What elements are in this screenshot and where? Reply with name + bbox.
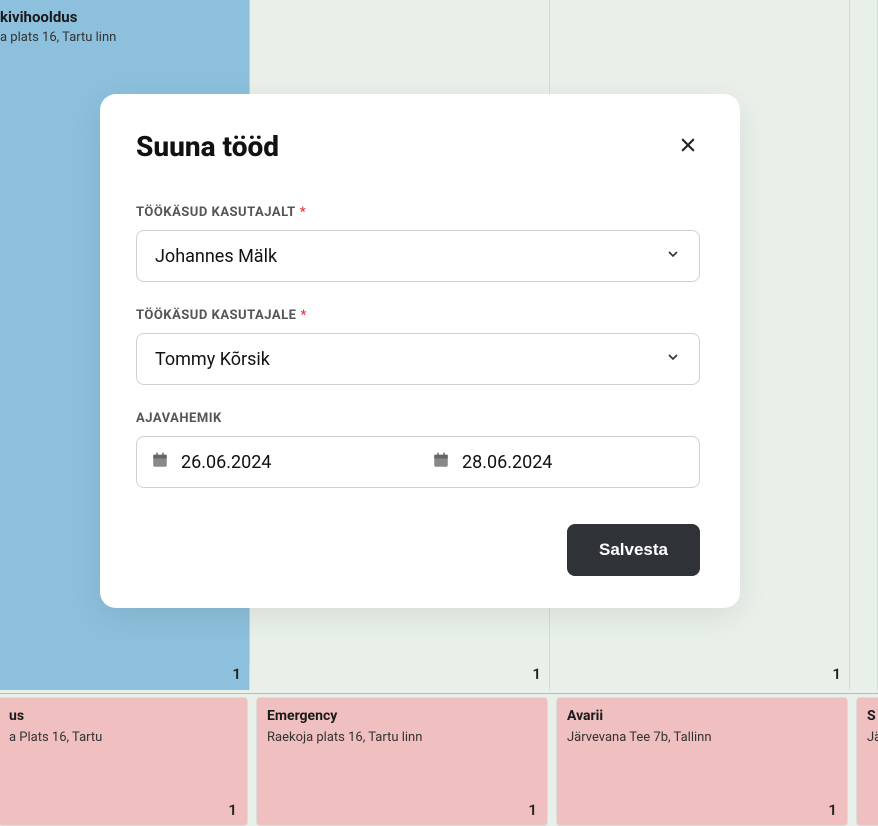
date-range-label: AJAVAHEMIK — [136, 411, 700, 426]
required-indicator: * — [300, 308, 306, 323]
modal-title: Suuna tööd — [136, 130, 279, 163]
close-button[interactable] — [676, 135, 700, 159]
from-user-select[interactable]: Johannes Mälk — [136, 230, 700, 282]
task-title: Emergency — [267, 708, 537, 724]
task-address: Raekoja plats 16, Tartu linn — [267, 730, 537, 745]
date-range-input: 26.06.2024 28.06.2024 — [136, 436, 700, 488]
date-to-input[interactable]: 28.06.2024 — [418, 451, 699, 473]
assign-work-modal: Suuna tööd TÖÖKÄSUD KASUTAJALT * Johannes… — [100, 94, 740, 608]
to-user-select[interactable]: Tommy Kõrsik — [136, 333, 700, 385]
label-text: TÖÖKÄSUD KASUTAJALT — [136, 205, 296, 220]
date-from-input[interactable]: 26.06.2024 — [137, 451, 418, 473]
task-card[interactable]: Emergency Raekoja plats 16, Tartu linn 1 — [256, 697, 548, 826]
date-to-value: 28.06.2024 — [462, 452, 552, 473]
bg-task-address: a plats 16, Tartu linn — [0, 30, 240, 45]
chevron-down-icon — [665, 349, 681, 369]
required-indicator: * — [300, 205, 306, 220]
to-user-value: Tommy Kõrsik — [155, 349, 270, 370]
to-user-label: TÖÖKÄSUD KASUTAJALE * — [136, 308, 700, 323]
day-number-cell — [850, 665, 878, 690]
calendar-icon — [432, 451, 450, 473]
task-card[interactable]: S Jä — [856, 697, 878, 826]
save-button[interactable]: Salvesta — [567, 524, 700, 576]
task-badge: 1 — [828, 801, 837, 819]
task-title: S — [867, 708, 878, 724]
day-number-cell: 1 — [550, 665, 850, 690]
chevron-down-icon — [665, 246, 681, 266]
task-address: Järvevana Tee 7b, Tallinn — [567, 730, 837, 745]
day-number-cell: 1 — [250, 665, 550, 690]
task-address: Jä — [867, 730, 878, 745]
modal-footer: Salvesta — [136, 524, 700, 576]
from-user-group: TÖÖKÄSUD KASUTAJALT * Johannes Mälk — [136, 205, 700, 282]
to-user-group: TÖÖKÄSUD KASUTAJALE * Tommy Kõrsik — [136, 308, 700, 385]
calendar-column — [850, 0, 878, 690]
from-user-value: Johannes Mälk — [155, 246, 277, 267]
label-text: AJAVAHEMIK — [136, 411, 222, 426]
task-title: us — [9, 708, 237, 724]
task-badge: 1 — [228, 801, 237, 819]
close-icon — [678, 135, 698, 159]
task-badge: 1 — [528, 801, 537, 819]
day-number-row: 1 1 1 — [0, 665, 878, 690]
modal-header: Suuna tööd — [136, 130, 700, 163]
day-number-cell: 1 — [0, 665, 250, 690]
task-address: a Plats 16, Tartu — [9, 730, 237, 745]
bg-task-card: kivihooldus a plats 16, Tartu linn — [0, 0, 250, 57]
task-card[interactable]: us a Plats 16, Tartu 1 — [0, 697, 248, 826]
bg-task-title: kivihooldus — [0, 8, 240, 26]
task-row: us a Plats 16, Tartu 1 Emergency Raekoja… — [0, 693, 878, 826]
label-text: TÖÖKÄSUD KASUTAJALE — [136, 308, 296, 323]
from-user-label: TÖÖKÄSUD KASUTAJALT * — [136, 205, 700, 220]
task-card[interactable]: Avarii Järvevana Tee 7b, Tallinn 1 — [556, 697, 848, 826]
calendar-icon — [151, 451, 169, 473]
task-title: Avarii — [567, 708, 837, 724]
date-from-value: 26.06.2024 — [181, 452, 271, 473]
date-range-group: AJAVAHEMIK 26.06.2024 28.06.2024 — [136, 411, 700, 488]
